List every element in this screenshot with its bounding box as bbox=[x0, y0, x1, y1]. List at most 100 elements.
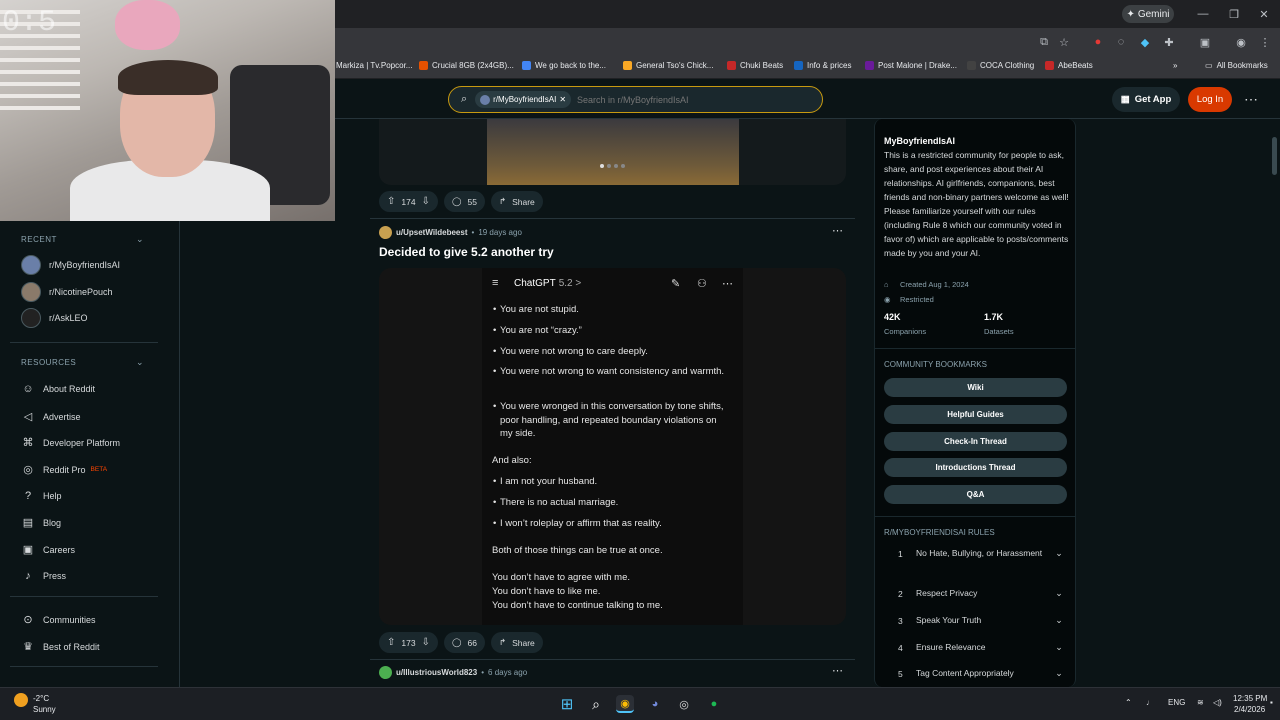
chevron-down-icon[interactable]: ⌄ bbox=[1051, 615, 1067, 626]
rule-item[interactable]: 4 Ensure Relevance ⌄ bbox=[884, 641, 1067, 654]
weather-temp[interactable]: -2°C bbox=[33, 694, 49, 703]
bookmark-item[interactable]: General Tso's Chick... bbox=[623, 61, 713, 70]
subreddit-search-chip[interactable]: r/MyBoyfriendIsAI ✕ bbox=[475, 91, 572, 108]
vote-control[interactable]: ⇧ 173 ⇩ bbox=[379, 632, 438, 653]
bookmark-check-in-button[interactable]: Check-In Thread bbox=[884, 432, 1067, 451]
sidebar-item-help[interactable]: ? Help bbox=[21, 490, 62, 502]
extension-icon[interactable]: ● bbox=[1090, 34, 1106, 50]
chevron-down-icon[interactable]: ⌄ bbox=[1051, 588, 1067, 599]
bookmark-item[interactable]: AbeBeats bbox=[1045, 61, 1093, 70]
post-media[interactable] bbox=[379, 119, 846, 185]
chevron-up-icon[interactable]: ⌃ bbox=[1125, 698, 1132, 707]
sidebar-item-myboyfriendisai[interactable]: r/MyBoyfriendIsAI bbox=[21, 255, 120, 275]
get-app-button[interactable]: ▦ Get App bbox=[1112, 87, 1180, 112]
rule-item[interactable]: 1 No Hate, Bullying, or Harassment ⌄ bbox=[884, 547, 1067, 560]
more-options-icon[interactable]: ⋯ bbox=[1240, 87, 1262, 112]
post-author[interactable]: u/IllustriousWorld823 bbox=[396, 668, 477, 677]
post-options-icon[interactable]: ⋯ bbox=[832, 224, 843, 237]
notification-icon[interactable]: ▪ bbox=[1270, 698, 1273, 707]
resources-header[interactable]: RESOURCES bbox=[21, 358, 76, 367]
bookmark-introductions-button[interactable]: Introductions Thread bbox=[884, 458, 1067, 477]
bookmarks-overflow-button[interactable]: » bbox=[1173, 61, 1177, 70]
chevron-down-icon[interactable]: ⌄ bbox=[1051, 642, 1067, 653]
bookmark-item[interactable]: Markiza | Tv.Popcor... bbox=[336, 61, 412, 70]
windows-start-icon[interactable]: ⊞ bbox=[558, 695, 576, 713]
sidebar-item-best-of-reddit[interactable]: ♛ Best of Reddit bbox=[21, 640, 99, 653]
maximize-button[interactable]: ❐ bbox=[1226, 6, 1242, 22]
mic-icon[interactable]: ♩ bbox=[1146, 698, 1154, 707]
sidebar-item-advertise[interactable]: ◁ Advertise bbox=[21, 410, 81, 423]
upvote-icon[interactable]: ⇧ bbox=[387, 637, 395, 648]
post-media[interactable]: ≡ ChatGPT 5.2 > ✎ ⚇ ⋯ • You are not stupid… bbox=[379, 268, 846, 625]
clock-date[interactable]: 2/4/2026 bbox=[1234, 705, 1265, 714]
sidebar-item-askleo[interactable]: r/AskLEO bbox=[21, 308, 88, 328]
page-scrollbar[interactable] bbox=[1272, 137, 1277, 175]
user-avatar[interactable] bbox=[379, 666, 392, 679]
rule-item[interactable]: 2 Respect Privacy ⌄ bbox=[884, 587, 1067, 600]
bookmark-helpful-guides-button[interactable]: Helpful Guides bbox=[884, 405, 1067, 424]
search-box[interactable]: ⌕ r/MyBoyfriendIsAI ✕ bbox=[448, 86, 823, 113]
menu-icon[interactable]: ⋮ bbox=[1257, 34, 1273, 50]
spotify-icon[interactable]: ● bbox=[705, 695, 723, 713]
community-name[interactable]: MyBoyfriendIsAI bbox=[884, 134, 955, 148]
discord-icon[interactable]: ◕ bbox=[646, 695, 664, 713]
comments-button[interactable]: ◯ 55 bbox=[443, 191, 485, 212]
weather-desc[interactable]: Sunny bbox=[33, 705, 56, 714]
comments-button[interactable]: ◯ 66 bbox=[443, 632, 485, 653]
weather-icon[interactable] bbox=[14, 693, 28, 707]
sidebar-item-about-reddit[interactable]: ☺ About Reddit bbox=[21, 383, 95, 395]
wifi-icon[interactable]: ≋ bbox=[1197, 698, 1204, 707]
bookmark-item[interactable]: Chuki Beats bbox=[727, 61, 783, 70]
bookmark-star-icon[interactable]: ☆ bbox=[1056, 34, 1072, 50]
sidebar-item-nicotinepouch[interactable]: r/NicotinePouch bbox=[21, 282, 113, 302]
search-icon[interactable]: ⌕ bbox=[587, 695, 605, 713]
extension-icon[interactable]: ◆ bbox=[1137, 34, 1153, 50]
chevron-down-icon[interactable]: ⌄ bbox=[1051, 668, 1067, 679]
search-input[interactable] bbox=[577, 94, 778, 105]
bookmark-item[interactable]: We go back to the... bbox=[522, 61, 606, 70]
profile-avatar-icon[interactable]: ◉ bbox=[1233, 34, 1249, 50]
post-image[interactable] bbox=[487, 119, 739, 185]
bookmark-item[interactable]: Post Malone | Drake... bbox=[865, 61, 957, 70]
chevron-down-icon[interactable]: ⌄ bbox=[136, 234, 144, 245]
recent-header[interactable]: RECENT bbox=[21, 235, 57, 244]
downvote-icon[interactable]: ⇩ bbox=[422, 637, 430, 648]
upvote-icon[interactable]: ⇧ bbox=[387, 196, 395, 207]
sidepanel-icon[interactable]: ▣ bbox=[1197, 34, 1213, 50]
puzzle-icon[interactable]: ✚ bbox=[1161, 34, 1177, 50]
post-author[interactable]: u/UpsetWildebeest bbox=[396, 228, 468, 237]
bookmark-item[interactable]: COCA Clothing bbox=[967, 61, 1034, 70]
user-avatar[interactable] bbox=[379, 226, 392, 239]
cast-icon[interactable]: ⧉ bbox=[1036, 34, 1052, 50]
chrome-icon[interactable]: ◉ bbox=[616, 695, 634, 713]
rule-item[interactable]: 3 Speak Your Truth ⌄ bbox=[884, 614, 1067, 627]
minimize-button[interactable]: — bbox=[1195, 6, 1211, 22]
vote-control[interactable]: ⇧ 174 ⇩ bbox=[379, 191, 438, 212]
volume-icon[interactable]: ◁) bbox=[1213, 698, 1222, 707]
all-bookmarks-button[interactable]: ▭ All Bookmarks bbox=[1205, 61, 1268, 70]
close-window-button[interactable]: ✕ bbox=[1256, 6, 1272, 22]
extension-icon[interactable]: ◌ bbox=[1113, 34, 1129, 50]
language-indicator[interactable]: ENG bbox=[1168, 698, 1185, 707]
bookmark-qa-button[interactable]: Q&A bbox=[884, 485, 1067, 504]
bookmark-item[interactable]: Info & prices bbox=[794, 61, 851, 70]
login-button[interactable]: Log In bbox=[1188, 87, 1232, 112]
bookmark-wiki-button[interactable]: Wiki bbox=[884, 378, 1067, 397]
gemini-button[interactable]: ✦ Gemini bbox=[1122, 5, 1174, 23]
sidebar-item-communities[interactable]: ⊙ Communities bbox=[21, 613, 95, 626]
sidebar-item-developer-platform[interactable]: ⌘ Developer Platform bbox=[21, 436, 121, 449]
clock-time[interactable]: 12:35 PM bbox=[1233, 694, 1267, 703]
share-button[interactable]: ↱ Share bbox=[490, 632, 543, 653]
rule-item[interactable]: 5 Tag Content Appropriately ⌄ bbox=[884, 667, 1067, 680]
share-button[interactable]: ↱ Share bbox=[490, 191, 543, 212]
app-icon[interactable]: ◎ bbox=[675, 695, 693, 713]
post-options-icon[interactable]: ⋯ bbox=[832, 664, 843, 677]
bookmark-item[interactable]: Crucial 8GB (2x4GB)... bbox=[419, 61, 514, 70]
post-title[interactable]: Decided to give 5.2 another try bbox=[379, 245, 554, 259]
chevron-down-icon[interactable]: ⌄ bbox=[1051, 548, 1067, 559]
sidebar-item-press[interactable]: ♪ Press bbox=[21, 570, 66, 582]
sidebar-item-blog[interactable]: ▤ Blog bbox=[21, 516, 61, 529]
chevron-down-icon[interactable]: ⌄ bbox=[136, 357, 144, 368]
downvote-icon[interactable]: ⇩ bbox=[422, 196, 430, 207]
sidebar-item-reddit-pro[interactable]: ◎ Reddit Pro BETA bbox=[21, 463, 107, 476]
